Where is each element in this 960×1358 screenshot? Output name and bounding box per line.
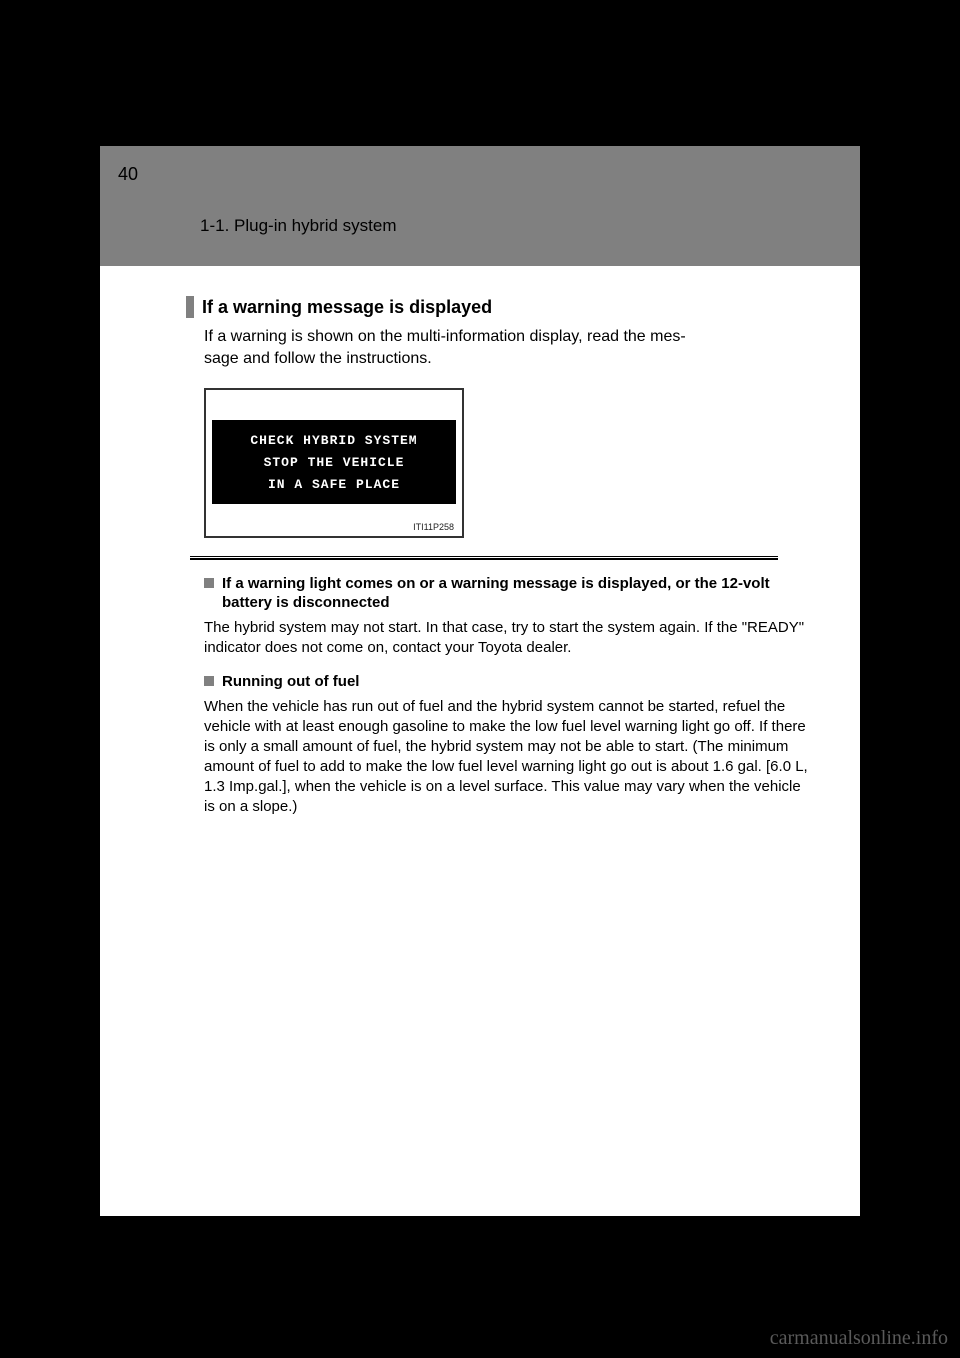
heading-marker-icon: [186, 296, 194, 318]
square-bullet-icon: [204, 578, 214, 588]
sub-block-1: If a warning light comes on or a warning…: [204, 574, 808, 658]
page: 40 1-1. Plug-in hybrid system If a warni…: [100, 146, 860, 1216]
watermark: carmanualsonline.info: [770, 1327, 948, 1350]
page-header: 40 1-1. Plug-in hybrid system: [100, 146, 860, 266]
sub-head-1: If a warning light comes on or a warning…: [204, 574, 808, 612]
dashboard-line-3: IN A SAFE PLACE: [216, 474, 452, 496]
dashboard-line-1: CHECK HYBRID SYSTEM: [216, 430, 452, 452]
sub-head-2: Running out of fuel: [204, 672, 808, 691]
intro-paragraph: If a warning is shown on the multi-infor…: [204, 326, 816, 370]
heading-text: If a warning message is displayed: [202, 296, 492, 318]
square-bullet-icon: [204, 676, 214, 686]
dashboard-screen: CHECK HYBRID SYSTEM STOP THE VEHICLE IN …: [212, 420, 456, 504]
section-title: 1-1. Plug-in hybrid system: [200, 216, 397, 236]
dashboard-line-2: STOP THE VEHICLE: [216, 452, 452, 474]
page-number: 40: [118, 164, 138, 185]
sub-body-1: The hybrid system may not start. In that…: [204, 618, 808, 658]
dashboard-figure: CHECK HYBRID SYSTEM STOP THE VEHICLE IN …: [204, 388, 464, 538]
figure-code: ITI11P258: [212, 504, 456, 532]
sub-body-2: When the vehicle has run out of fuel and…: [204, 697, 808, 817]
sub-title-2: Running out of fuel: [222, 672, 359, 691]
sub-title-1: If a warning light comes on or a warning…: [222, 574, 808, 612]
page-body: If a warning message is displayed If a w…: [100, 266, 860, 1216]
divider: [190, 556, 778, 560]
sub-block-2: Running out of fuel When the vehicle has…: [204, 672, 808, 817]
heading-row: If a warning message is displayed: [186, 296, 832, 318]
